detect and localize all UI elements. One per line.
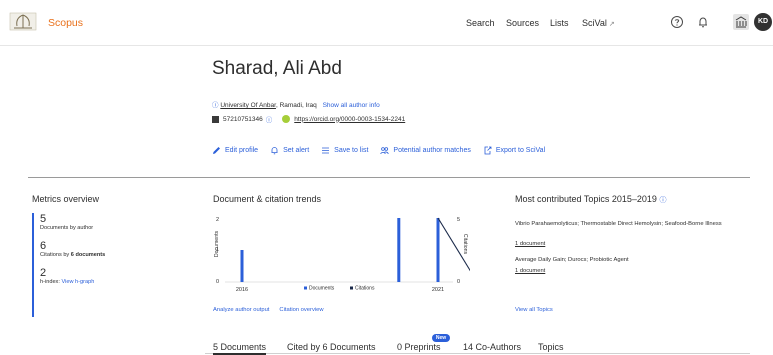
affiliation-location: , Ramadi, Iraq	[275, 102, 317, 109]
avatar[interactable]: KD	[754, 13, 772, 31]
documents-bar[interactable]	[397, 218, 401, 282]
x-axis-start-label: 2016	[236, 287, 248, 293]
potential-author-matches-label: Potential author matches	[393, 147, 471, 154]
analyze-author-output-link[interactable]: Analyze author output	[213, 307, 269, 313]
view-all-topics-link[interactable]: View all Topics	[515, 307, 553, 313]
list-icon	[322, 147, 330, 154]
y-axis-label-documents: Documents	[214, 230, 220, 257]
topics-title: Most contributed Topics 2015–2019 ⓘ	[515, 194, 666, 205]
legend-documents-swatch	[304, 286, 307, 290]
author-id: 57210751346	[223, 115, 263, 123]
institution-icon[interactable]	[733, 14, 749, 30]
export-to-scival-button[interactable]: Export to SciVal	[483, 146, 545, 155]
edit-profile-button[interactable]: Edit profile	[212, 146, 258, 155]
nav-lists[interactable]: Lists	[550, 18, 569, 28]
scopus-id-icon	[212, 115, 219, 123]
topic-item-2-docs-link[interactable]: 1 document	[515, 268, 545, 274]
chart-legend: Documents Citations	[304, 286, 375, 292]
tab-topics[interactable]: Topics	[538, 342, 564, 352]
new-badge: New	[432, 334, 450, 342]
documents-bar[interactable]	[436, 218, 440, 282]
institution-building-icon	[735, 16, 747, 28]
topic-item-2-name: Average Daily Gain; Durocs; Probiotic Ag…	[515, 257, 629, 263]
tab-preprints[interactable]: 0 Preprints	[397, 342, 441, 352]
right-tick-label: 0	[457, 279, 460, 285]
orcid-icon	[282, 115, 291, 123]
nav-search[interactable]: Search	[466, 18, 495, 28]
nav-scival[interactable]: SciVal ↗	[582, 18, 615, 28]
tab-co-authors[interactable]: 14 Co-Authors	[463, 342, 521, 352]
citations-documents-count: 6 documents	[70, 252, 106, 258]
topics-info-icon[interactable]: ⓘ	[659, 197, 666, 204]
documents-count[interactable]: 5	[40, 213, 142, 225]
bell-icon[interactable]	[696, 15, 710, 29]
hindex-label-text: h-index:	[40, 279, 60, 285]
author-identifiers: 57210751346 ⓘ https://orcid.org/0000-000…	[212, 114, 405, 124]
documents-label: Documents by author	[40, 225, 94, 231]
citations-label-prefix: Citations by	[40, 252, 71, 258]
save-to-list-label: Save to list	[334, 147, 369, 154]
edit-profile-label: Edit profile	[225, 147, 259, 154]
top-bar: Scopus Search Sources Lists SciVal ↗ KD	[0, 0, 773, 46]
view-h-graph-link[interactable]: View h-graph	[61, 279, 94, 285]
legend-citations-swatch	[350, 286, 353, 290]
section-divider	[28, 177, 750, 178]
author-actions: Edit profile Set alert Save to list Pote…	[212, 146, 545, 155]
people-icon	[380, 147, 390, 155]
hindex-value: 2	[40, 267, 47, 279]
tab-cited-by[interactable]: Cited by 6 Documents	[287, 342, 376, 352]
hindex-label: h-index: View h-graph	[40, 279, 142, 285]
topics-title-text: Most contributed Topics 2015–2019	[515, 194, 657, 204]
potential-author-matches-button[interactable]: Potential author matches	[380, 146, 471, 155]
orcid-link[interactable]: https://orcid.org/0000-0003-1534-2241	[294, 116, 405, 123]
document-citation-chart: 2 1 0 5 0 Documents Citations 2016 2021 …	[214, 217, 470, 293]
trends-title: Document & citation trends	[213, 194, 322, 204]
nav-sources[interactable]: Sources	[506, 18, 539, 28]
left-tick-label: 0	[216, 279, 219, 285]
legend-citations-label: Citations	[355, 286, 375, 292]
affiliation-line: ⓘ University Of Anbar, Ramadi, Iraq Show…	[212, 99, 380, 109]
trend-links: Analyze author output Citation overview	[213, 307, 324, 313]
topic-item-1-name: Vibrio Parahaemolyticus; Thermostable Di…	[515, 221, 722, 227]
bell-icon	[271, 147, 278, 155]
y-axis-label-citations: Citations	[462, 234, 468, 255]
metrics-panel: 5 Documents by author 6 Citations by 6 d…	[32, 213, 142, 317]
show-all-author-info-link[interactable]: Show all author info	[323, 102, 380, 109]
citations-label: Citations by 6 documents	[40, 252, 142, 258]
brand-name[interactable]: Scopus	[48, 17, 83, 29]
nav-scival-label: SciVal	[582, 18, 607, 28]
metrics-overview-title: Metrics overview	[32, 194, 100, 204]
elsevier-logo-icon[interactable]	[8, 10, 38, 32]
export-icon	[484, 146, 492, 155]
author-name: Sharad, Ali Abd	[212, 58, 342, 79]
pencil-icon	[213, 147, 220, 154]
legend-documents-label: Documents	[309, 286, 335, 292]
tabs-underline	[205, 353, 750, 354]
help-icon[interactable]	[670, 15, 684, 29]
author-id-info-icon[interactable]: ⓘ	[266, 114, 273, 124]
left-tick-label: 2	[216, 217, 219, 223]
tab-documents[interactable]: 5 Documents	[213, 342, 267, 355]
set-alert-label: Set alert	[283, 147, 310, 154]
right-tick-label: 5	[457, 217, 460, 223]
affiliation-link[interactable]: University Of Anbar	[220, 102, 276, 109]
export-to-scival-label: Export to SciVal	[495, 147, 546, 154]
x-axis-end-label: 2021	[432, 287, 444, 293]
save-to-list-button[interactable]: Save to list	[321, 146, 368, 155]
documents-bar[interactable]	[240, 250, 244, 282]
set-alert-button[interactable]: Set alert	[270, 146, 309, 155]
external-link-icon: ↗	[608, 21, 615, 28]
topic-item-1-docs-link[interactable]: 1 document	[515, 241, 545, 247]
citation-overview-link[interactable]: Citation overview	[279, 307, 323, 313]
chart-series	[240, 217, 470, 282]
citations-count[interactable]: 6	[40, 240, 142, 252]
